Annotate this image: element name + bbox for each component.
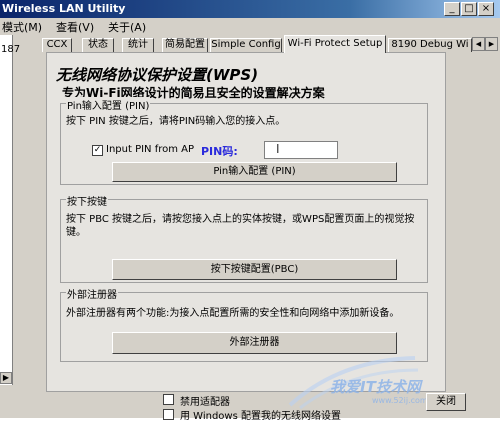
windows-config-label[interactable]: 用 Windows 配置我的无线网络设置 (180, 407, 341, 422)
tab-easy-config[interactable]: 简易配置 (162, 38, 208, 52)
pbc-description-line1: 按下 PBC 按键之后，请按您接入点上的实体按键，或WPS配置页面上的视觉按 (66, 214, 415, 225)
page-title: 无线网络协议保护设置(WPS) (56, 66, 259, 84)
pbc-group-label: 按下按键 (66, 193, 108, 208)
pbc-description-line2: 键。 (66, 227, 86, 238)
chevron-left-icon[interactable]: ◀ (472, 37, 485, 51)
tab-simple-config[interactable]: Simple Config (210, 38, 282, 52)
pin-description: 按下 PIN 按键之后，请将PIN码输入您的接入点。 (66, 116, 286, 127)
tab-scroll-buttons: ◀ ▶ (472, 37, 498, 51)
input-pin-from-ap-checkbox[interactable]: ✓ (92, 145, 103, 156)
check-mark-icon: ✓ (93, 145, 102, 155)
menu-view[interactable]: 查看(V) (56, 19, 94, 35)
close-window-button[interactable]: × (478, 2, 494, 16)
tab-wifi-protect-setup[interactable]: Wi-Fi Protect Setup (284, 35, 386, 53)
watermark-text: 我爱IT技术网 (330, 378, 421, 396)
left-list-pane (0, 35, 13, 385)
text-cursor-icon: I (276, 142, 280, 156)
window-title: Wireless LAN Utility (2, 2, 126, 15)
close-button[interactable]: 关闭 (426, 393, 466, 411)
maximize-button[interactable]: □ (461, 2, 477, 16)
tab-debug[interactable]: 8190 Debug Wi (388, 38, 472, 52)
input-pin-from-ap-label[interactable]: Input PIN from AP (106, 144, 194, 155)
pbc-config-button[interactable]: 按下按键配置(PBC) (112, 259, 397, 280)
left-pane-text: 187 (1, 44, 21, 55)
scroll-right-icon[interactable]: ▶ (0, 372, 12, 384)
menu-mode[interactable]: 模式(M) (2, 19, 42, 35)
tab-status[interactable]: 状态 (82, 38, 114, 52)
chevron-right-icon[interactable]: ▶ (485, 37, 498, 51)
pin-code-label: PIN码: (201, 145, 238, 158)
windows-config-checkbox[interactable] (163, 409, 174, 420)
pin-group-label: Pin输入配置 (PIN) (66, 97, 151, 112)
disable-adapter-checkbox[interactable] (163, 394, 174, 405)
tab-statistics[interactable]: 统计 (122, 38, 154, 52)
menu-about[interactable]: 关于(A) (108, 19, 146, 35)
registrar-description: 外部注册器有两个功能:为接入点配置所需的安全性和向网络中添加新设备。 (66, 308, 400, 319)
registrar-group-label: 外部注册器 (66, 286, 118, 301)
watermark-subtext: www.52ij.com (372, 396, 428, 405)
disable-adapter-label[interactable]: 禁用适配器 (180, 393, 230, 408)
tab-ccx[interactable]: CCX (42, 38, 72, 52)
minimize-button[interactable]: _ (444, 2, 460, 16)
pin-config-button[interactable]: Pin输入配置 (PIN) (112, 162, 397, 182)
